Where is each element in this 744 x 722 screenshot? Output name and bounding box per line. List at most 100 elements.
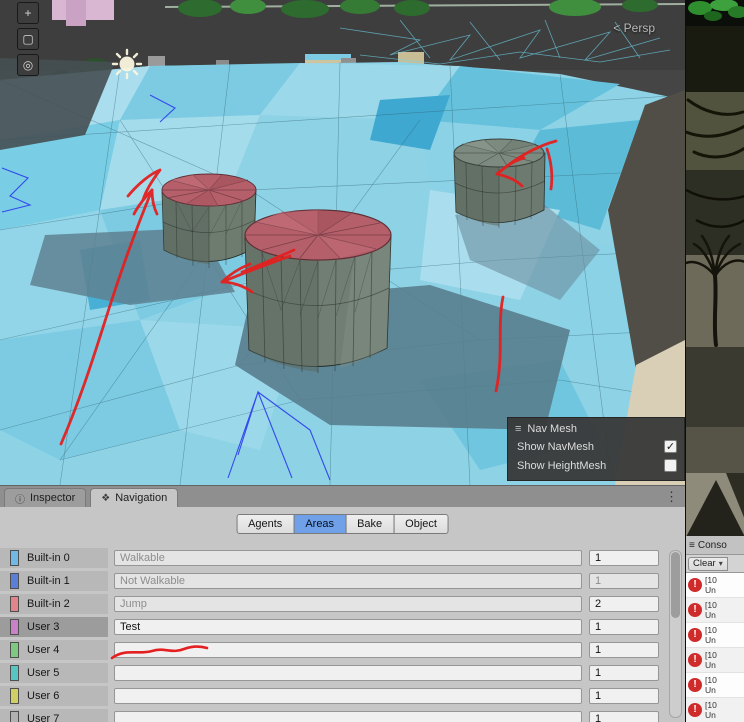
tab-console-label: Conso <box>697 539 727 551</box>
menu-icon[interactable]: ≡ <box>515 423 521 435</box>
error-icon: ! <box>688 653 702 667</box>
tab-inspector-label: Inspector <box>30 492 76 504</box>
scene-3d-viewport[interactable] <box>0 0 685 485</box>
mode-tab-areas[interactable]: Areas <box>293 514 347 534</box>
area-color-swatch[interactable] <box>10 550 19 566</box>
area-name-field[interactable]: Not Walkable <box>114 573 582 589</box>
area-name-label: Built-in 1 <box>27 575 70 587</box>
area-cost-field[interactable]: 2 <box>589 596 659 612</box>
area-color-swatch[interactable] <box>10 711 19 722</box>
dock-tab-bar: ⓘ Inspector ❖ Navigation ⋮ <box>0 485 685 507</box>
console-panel: ≡ Conso Clear ▾ ! [10 Un ! [10 Un ! [10 … <box>686 536 744 722</box>
table-row: Built-in 1 Not Walkable 1 <box>0 571 685 591</box>
area-name-field[interactable] <box>114 711 582 722</box>
table-row: User 7 1 <box>0 709 685 722</box>
table-row: User 4 1 <box>0 640 685 660</box>
area-name-label: Built-in 2 <box>27 598 70 610</box>
table-row: User 5 1 <box>0 663 685 683</box>
error-icon: ! <box>688 578 702 592</box>
console-clear-button[interactable]: Clear ▾ <box>688 556 728 571</box>
area-name-field[interactable]: Jump <box>114 596 582 612</box>
scene-tool-palette: + ▢ ◎ <box>17 2 39 76</box>
show-navmesh-checkbox[interactable]: ✓ <box>664 440 677 453</box>
area-color-swatch[interactable] <box>10 596 19 612</box>
game-view-strip <box>686 0 744 537</box>
tab-inspector[interactable]: ⓘ Inspector <box>4 488 87 507</box>
area-name-field[interactable] <box>114 665 582 681</box>
table-row: Built-in 2 Jump 2 <box>0 594 685 614</box>
mode-tab-bake[interactable]: Bake <box>345 514 395 534</box>
area-cost-field[interactable]: 1 <box>589 550 659 566</box>
scrollbar-thumb[interactable] <box>671 552 680 618</box>
error-icon: ! <box>688 678 702 692</box>
area-name-field[interactable] <box>114 688 582 704</box>
transform-tool-icon: ◎ <box>22 58 34 72</box>
rect-tool-icon: ▢ <box>22 32 34 46</box>
console-icon: ≡ <box>689 539 695 551</box>
mode-tab-object[interactable]: Object <box>393 514 449 534</box>
panel-menu-icon[interactable]: ⋮ <box>665 489 678 505</box>
log-line: [10 <box>705 575 717 585</box>
log-line: [10 <box>705 625 717 635</box>
area-color-swatch[interactable] <box>10 642 19 658</box>
area-cost-field[interactable]: 1 <box>589 711 659 722</box>
area-color-swatch[interactable] <box>10 619 19 635</box>
log-line: [10 <box>705 600 717 610</box>
console-error-entry[interactable]: ! [10 Un <box>686 623 744 648</box>
console-toolbar: Clear ▾ <box>686 555 744 573</box>
move-tool-icon: + <box>24 6 32 20</box>
console-error-entry[interactable]: ! [10 Un <box>686 573 744 598</box>
rect-tool-button[interactable]: ▢ <box>17 28 39 50</box>
tab-navigation-label: Navigation <box>115 492 168 504</box>
main-column: + ▢ ◎ < Persp ≡ Nav Mesh Show NavMesh ✓ … <box>0 0 685 722</box>
area-cost-field[interactable]: 1 <box>589 665 659 681</box>
log-line: Un <box>705 585 716 595</box>
tab-console[interactable]: ≡ Conso <box>686 536 744 555</box>
error-icon: ! <box>688 628 702 642</box>
light-gizmo-icon <box>111 48 143 80</box>
clear-label: Clear <box>693 558 716 569</box>
area-color-swatch[interactable] <box>10 688 19 704</box>
error-icon: ! <box>688 603 702 617</box>
log-line: Un <box>705 635 716 645</box>
areas-table: Built-in 0 Walkable 1 Built-in 1 Not Wal… <box>0 548 685 722</box>
log-line: Un <box>705 685 716 695</box>
area-cost-field[interactable]: 1 <box>589 642 659 658</box>
area-name-label: Built-in 0 <box>27 552 70 564</box>
area-name-field[interactable]: Walkable <box>114 550 582 566</box>
area-name-label: User 5 <box>27 667 60 679</box>
log-line: [10 <box>705 700 717 710</box>
scene-view[interactable]: + ▢ ◎ < Persp ≡ Nav Mesh Show NavMesh ✓ … <box>0 0 685 485</box>
show-heightmesh-checkbox[interactable] <box>664 459 677 472</box>
unity-editor-window: + ▢ ◎ < Persp ≡ Nav Mesh Show NavMesh ✓ … <box>0 0 744 722</box>
right-dock-strip: ≡ Conso Clear ▾ ! [10 Un ! [10 Un ! [10 … <box>685 0 744 722</box>
tab-navigation[interactable]: ❖ Navigation <box>90 488 179 507</box>
console-error-entry[interactable]: ! [10 Un <box>686 598 744 623</box>
area-color-swatch[interactable] <box>10 573 19 589</box>
console-error-entry[interactable]: ! [10 Un <box>686 673 744 698</box>
table-scrollbar[interactable] <box>669 550 682 718</box>
area-cost-field[interactable]: 1 <box>589 619 659 635</box>
navmesh-display-panel: ≡ Nav Mesh Show NavMesh ✓ Show HeightMes… <box>507 417 685 481</box>
navigation-panel: Agents Areas Bake Object Built-in 0 Walk… <box>0 507 685 722</box>
area-cost-field[interactable]: 1 <box>589 573 659 589</box>
info-icon: ⓘ <box>15 494 25 506</box>
console-error-entry[interactable]: ! [10 Un <box>686 648 744 673</box>
area-color-swatch[interactable] <box>10 665 19 681</box>
area-name-label: User 4 <box>27 644 60 656</box>
area-cost-field[interactable]: 1 <box>589 688 659 704</box>
console-log-list: ! [10 Un ! [10 Un ! [10 Un ! [10 Un ! [10 U <box>686 573 744 722</box>
area-name-label: User 3 <box>27 621 60 633</box>
perspective-label[interactable]: < Persp <box>613 21 655 35</box>
transform-tool-button[interactable]: ◎ <box>17 54 39 76</box>
console-error-entry[interactable]: ! [10 Un <box>686 698 744 722</box>
table-row: User 3 Test 1 <box>0 617 685 637</box>
log-line: Un <box>705 710 716 720</box>
area-name-field[interactable] <box>114 642 582 658</box>
error-icon: ! <box>688 703 702 717</box>
mode-tab-agents[interactable]: Agents <box>236 514 295 534</box>
show-heightmesh-label: Show HeightMesh <box>517 459 607 472</box>
area-name-label: User 6 <box>27 690 60 702</box>
area-name-field[interactable]: Test <box>114 619 582 635</box>
move-tool-button[interactable]: + <box>17 2 39 24</box>
